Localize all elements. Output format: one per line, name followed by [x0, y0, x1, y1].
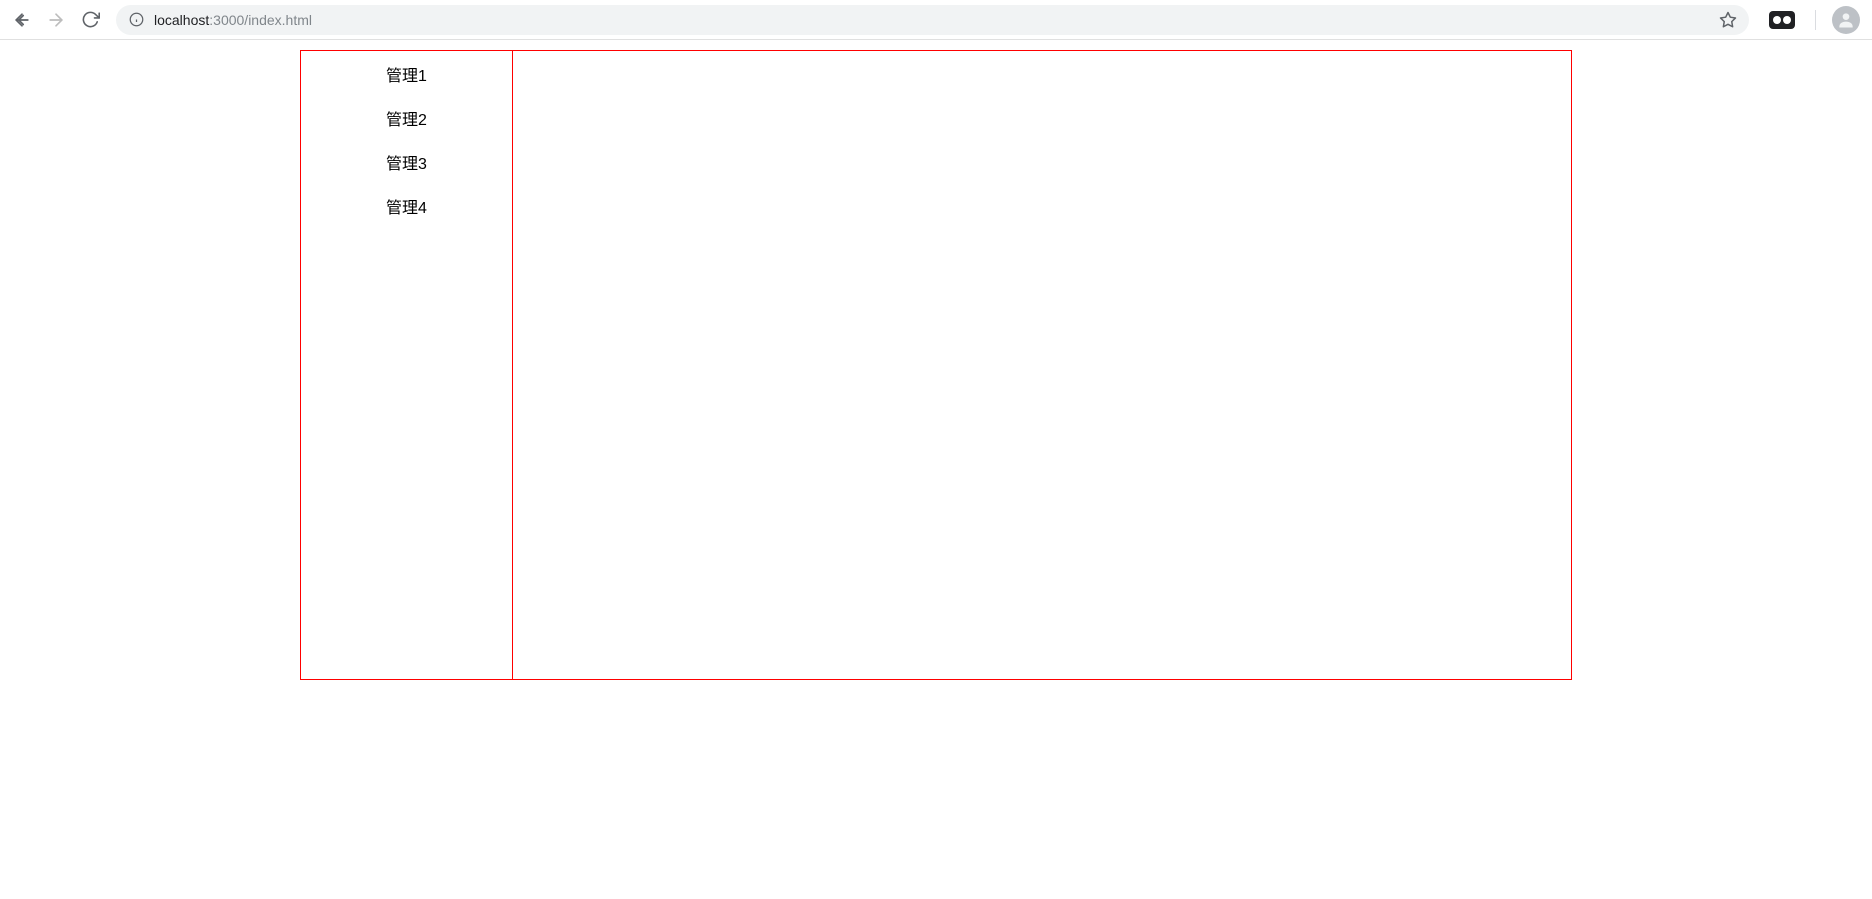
sidebar-item-label: 管理1 — [386, 68, 427, 85]
reload-button[interactable] — [76, 6, 104, 34]
main-content-area — [513, 51, 1571, 679]
star-icon — [1719, 11, 1737, 29]
sidebar-item-3[interactable]: 管理3 — [301, 143, 512, 187]
extension-icon[interactable] — [1769, 11, 1795, 29]
sidebar-item-label: 管理2 — [386, 112, 427, 129]
url-text: localhost:3000/index.html — [154, 12, 312, 28]
toolbar-divider — [1815, 10, 1816, 30]
page-content: 管理1 管理2 管理3 管理4 — [0, 40, 1872, 680]
address-bar[interactable]: localhost:3000/index.html — [116, 5, 1749, 35]
forward-button[interactable] — [42, 6, 70, 34]
back-button[interactable] — [8, 6, 36, 34]
sidebar-item-4[interactable]: 管理4 — [301, 187, 512, 231]
sidebar-item-2[interactable]: 管理2 — [301, 99, 512, 143]
url-host: localhost — [154, 12, 209, 28]
sidebar: 管理1 管理2 管理3 管理4 — [301, 51, 513, 679]
sidebar-item-label: 管理3 — [386, 156, 427, 173]
bookmark-button[interactable] — [1719, 11, 1737, 29]
person-icon — [1836, 10, 1856, 30]
browser-toolbar: localhost:3000/index.html — [0, 0, 1872, 40]
sidebar-item-1[interactable]: 管理1 — [301, 55, 512, 99]
profile-button[interactable] — [1832, 6, 1860, 34]
arrow-left-icon — [12, 10, 32, 30]
arrow-right-icon — [46, 10, 66, 30]
reload-icon — [81, 10, 100, 29]
main-container: 管理1 管理2 管理3 管理4 — [300, 50, 1572, 680]
info-icon — [128, 12, 144, 28]
url-path: :3000/index.html — [209, 12, 312, 28]
sidebar-item-label: 管理4 — [386, 200, 427, 217]
